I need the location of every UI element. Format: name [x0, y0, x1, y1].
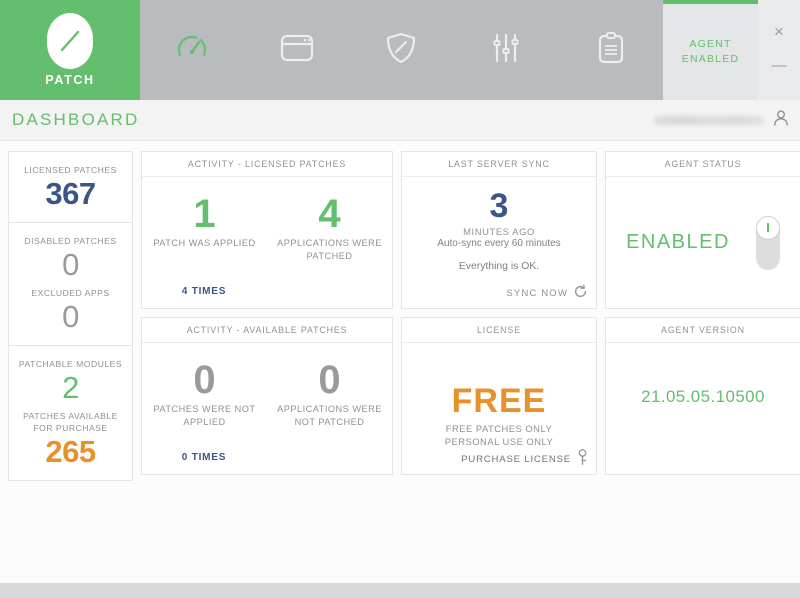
cards-row-top: ACTIVITY - LICENSED PATCHES 1 PATCH WAS … [141, 151, 800, 309]
card-header: ACTIVITY - AVAILABLE PATCHES [142, 318, 392, 343]
metric-caption: APPLICATIONS WERE NOT PATCHED [277, 404, 382, 427]
close-icon[interactable]: × [774, 22, 784, 42]
agent-tab-label: AGENT ENABLED [681, 38, 740, 65]
user-name-label [654, 115, 764, 125]
summary-stats-panel: LICENSED PATCHES 367 DISABLED PATCHES 0 … [8, 151, 133, 481]
card-title: ACTIVITY - LICENSED PATCHES [187, 159, 347, 169]
nav-item-dashboard[interactable] [140, 0, 245, 100]
agent-enabled-tab[interactable]: AGENT ENABLED [663, 0, 758, 100]
purchase-license-label: PURCHASE LICENSE [461, 453, 571, 465]
card-body: 3 MINUTES AGO Auto-sync every 60 minutes… [402, 177, 596, 308]
card-title: AGENT STATUS [664, 159, 742, 169]
times-label: 4 TIMES [181, 286, 227, 297]
license-type-value: FREE [451, 382, 547, 420]
metric-value: 0 [193, 358, 216, 402]
nav-item-security[interactable] [349, 0, 454, 100]
card-body: ENABLED [606, 177, 800, 308]
sync-minutes-value: 3 [489, 187, 509, 225]
card-activity-licensed-patches: ACTIVITY - LICENSED PATCHES 1 PATCH WAS … [141, 151, 393, 309]
card-agent-status: AGENT STATUS ENABLED [605, 151, 800, 309]
card-title: LAST SERVER SYNC [448, 159, 550, 169]
metric-caption: PATCH WAS APPLIED [153, 238, 256, 248]
card-body: FREE FREE PATCHES ONLY PERSONAL USE ONLY… [402, 343, 596, 474]
card-body: 1 PATCH WAS APPLIED 4 APPLICATIONS WERE … [142, 177, 392, 308]
nav-items [140, 0, 663, 100]
agent-enable-toggle[interactable] [755, 215, 780, 270]
user-account-area[interactable] [654, 100, 790, 140]
card-header: LICENSE [402, 318, 596, 343]
window-footer [0, 583, 800, 598]
stat-label: PATCHES AVAILABLE FOR PURCHASE [23, 411, 118, 433]
cards-row-bottom: ACTIVITY - AVAILABLE PATCHES 0 PATCHES W… [141, 317, 800, 475]
sync-status-label: Everything is OK. [458, 261, 540, 272]
card-body: 21.05.05.10500 [606, 343, 800, 474]
metric-value: 0 [318, 358, 341, 402]
nav-item-settings[interactable] [454, 0, 559, 100]
card-header: ACTIVITY - LICENSED PATCHES [142, 152, 392, 177]
brand-logo[interactable]: PATCH [0, 0, 140, 100]
card-body: 0 PATCHES WERE NOT APPLIED 0 APPLICATION… [142, 343, 392, 474]
stat-value-patchable-modules: 2 [62, 370, 79, 405]
sync-now-label: SYNC NOW [506, 287, 568, 299]
top-navigation-bar: PATCH AGENT ENABLED × — [0, 0, 800, 100]
agent-version-value: 21.05.05.10500 [641, 387, 765, 406]
stat-label: EXCLUDED APPS [31, 288, 110, 298]
card-last-server-sync: LAST SERVER SYNC 3 MINUTES AGO Auto-sync… [401, 151, 597, 309]
sync-unit-label: MINUTES AGO [463, 226, 535, 237]
license-sub-line-2: PERSONAL USE ONLY [444, 435, 554, 447]
power-toggle-icon [756, 216, 779, 239]
stats-group-licensed: LICENSED PATCHES 367 [9, 152, 132, 223]
page-title: DASHBOARD [12, 110, 140, 129]
card-title: ACTIVITY - AVAILABLE PATCHES [186, 325, 348, 335]
stat-label: PATCHABLE MODULES [18, 359, 123, 369]
license-sub-line-1: FREE PATCHES ONLY [445, 423, 553, 434]
times-row: 4 TIMES [142, 281, 392, 299]
nav-item-applications[interactable] [245, 0, 350, 100]
sliders-settings-icon [490, 32, 522, 69]
stats-group-modules: PATCHABLE MODULES 2 PATCHES AVAILABLE FO… [9, 346, 132, 480]
card-title: LICENSE [477, 325, 521, 335]
purchase-license-button[interactable]: PURCHASE LICENSE [461, 449, 588, 469]
metric-caption: APPLICATIONS WERE PATCHED [277, 238, 382, 261]
clipboard-report-icon [596, 31, 626, 70]
card-license: LICENSE FREE FREE PATCHES ONLY PERSONAL … [401, 317, 597, 475]
times-row: 0 TIMES [142, 447, 392, 465]
window-browser-icon [280, 33, 314, 68]
patch-slash-logo-icon [47, 13, 93, 69]
dashboard-gauge-icon [174, 30, 210, 71]
card-title: AGENT VERSION [661, 325, 745, 335]
brand-name: PATCH [45, 73, 95, 87]
stat-value-disabled-patches: 0 [62, 247, 79, 282]
card-header: AGENT VERSION [606, 318, 800, 343]
stat-value-excluded-apps: 0 [62, 299, 79, 334]
patch-dashboard-window: PATCH AGENT ENABLED × — DASHBOARD LICENS… [0, 0, 800, 598]
shield-icon [385, 31, 417, 70]
stats-group-disabled: DISABLED PATCHES 0 EXCLUDED APPS 0 [9, 223, 132, 346]
user-person-icon[interactable] [772, 109, 790, 132]
refresh-circle-icon [573, 284, 588, 302]
card-header: LAST SERVER SYNC [402, 152, 596, 177]
nav-item-reports[interactable] [558, 0, 663, 100]
window-controls: × — [758, 0, 800, 100]
stat-label: DISABLED PATCHES [24, 236, 117, 246]
page-header: DASHBOARD [0, 100, 800, 141]
metric-value: 4 [318, 192, 341, 236]
card-activity-available-patches: ACTIVITY - AVAILABLE PATCHES 0 PATCHES W… [141, 317, 393, 475]
stat-label: LICENSED PATCHES [24, 165, 117, 175]
cards-area: ACTIVITY - LICENSED PATCHES 1 PATCH WAS … [133, 151, 800, 475]
card-agent-version: AGENT VERSION 21.05.05.10500 [605, 317, 800, 475]
metric-caption: PATCHES WERE NOT APPLIED [153, 404, 256, 427]
times-label: 0 TIMES [181, 452, 227, 463]
stat-value-patches-available: 265 [45, 434, 96, 469]
key-icon [577, 449, 588, 469]
card-header: AGENT STATUS [606, 152, 800, 177]
agent-status-value: ENABLED [626, 231, 730, 253]
stat-value-licensed-patches: 367 [45, 176, 96, 211]
metric-value: 1 [193, 192, 216, 236]
dashboard-content: LICENSED PATCHES 367 DISABLED PATCHES 0 … [0, 141, 800, 583]
minimize-icon[interactable]: — [772, 56, 787, 76]
sync-now-button[interactable]: SYNC NOW [506, 284, 588, 302]
auto-sync-label: Auto-sync every 60 minutes [437, 238, 561, 249]
